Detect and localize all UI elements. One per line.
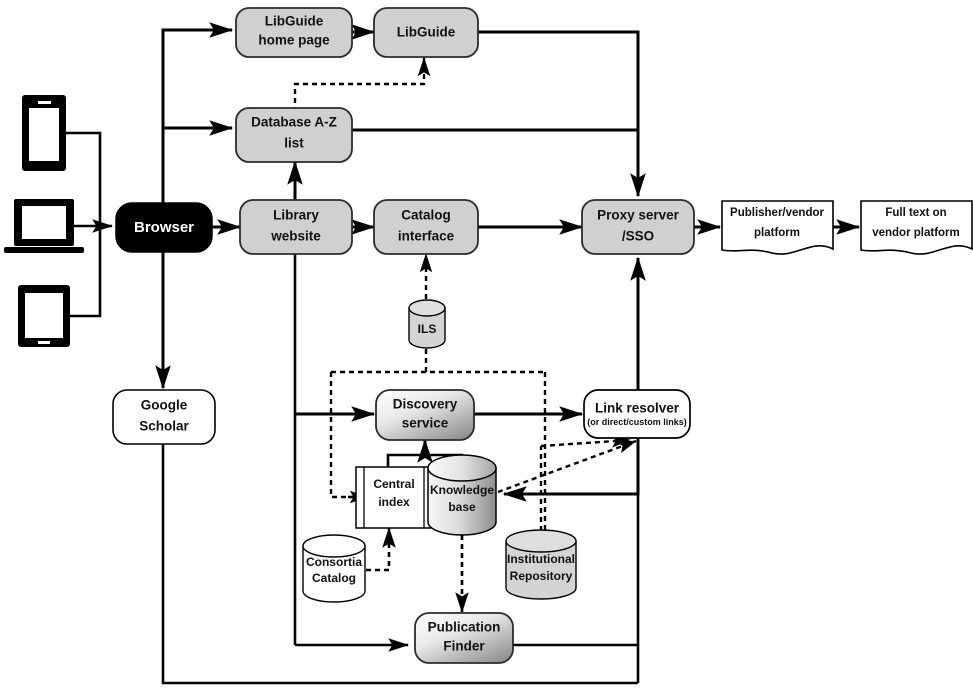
flowchart-svg: Browser LibGuide home page LibGuide Data… (4, 7, 973, 685)
edge-repo-linkresolver-dashed (540, 435, 631, 448)
node-repo-line2: Repository (510, 569, 573, 583)
node-proxy-sso[interactable]: Proxy server /SSO (581, 199, 695, 255)
edge-libguide-proxy (478, 30, 646, 198)
node-publication-finder[interactable]: Publication Finder (414, 612, 514, 664)
node-catalog-interface-line1: Catalog (401, 208, 451, 223)
node-discovery-line2: service (402, 416, 449, 431)
node-proxy-sso-line2: /SSO (622, 229, 654, 244)
edge-browser-libguidehome (161, 22, 234, 203)
node-library-website[interactable]: Library website (239, 199, 353, 255)
node-browser[interactable]: Browser (115, 202, 213, 253)
node-library-website-line1: Library (273, 208, 319, 223)
node-link-resolver-sublabel: (or direct/custom links) (587, 417, 687, 427)
tablet-icon (18, 285, 70, 347)
node-pub-finder-line1: Publication (428, 620, 501, 635)
node-publisher-platform[interactable]: Publisher/vendor platform (721, 200, 834, 255)
smartphone-icon (22, 95, 66, 171)
node-libguide-home-line2: home page (258, 33, 330, 48)
node-discovery-service[interactable]: Discovery service (375, 389, 475, 441)
node-database-az[interactable]: Database A-Z list (235, 107, 353, 163)
node-central-index-line2: index (378, 495, 410, 509)
node-publisher-line2: platform (754, 227, 800, 239)
diagram-canvas: Browser LibGuide home page LibGuide Data… (0, 0, 973, 698)
node-libguide-home[interactable]: LibGuide home page (235, 7, 353, 58)
node-knowledge-base[interactable]: Knowledge base (427, 454, 497, 536)
edge-tablet-browser (70, 226, 102, 318)
node-central-index-line1: Central (373, 477, 414, 491)
node-knowledge-base-line1: Knowledge (430, 483, 494, 497)
node-knowledge-base-line2: base (448, 500, 476, 514)
node-fulltext-platform[interactable]: Full text on vendor platform (860, 200, 973, 255)
node-ils[interactable]: ILS (408, 299, 446, 349)
node-consortia-line1: Consortia (306, 555, 362, 569)
edge-consortia-centralindex-dashed (366, 526, 396, 572)
node-fulltext-line2: vendor platform (872, 227, 960, 239)
edge-kb-linkresolver-dashed (497, 439, 637, 494)
node-proxy-sso-line1: Proxy server (597, 208, 680, 223)
node-library-website-line2: website (270, 229, 321, 244)
node-link-resolver-label: Link resolver (595, 401, 680, 416)
node-database-az-line1: Database A-Z (251, 115, 337, 130)
connectors (66, 22, 861, 685)
laptop-icon (4, 199, 84, 253)
edge-databaseaz-libguide-dashed (293, 57, 431, 112)
node-central-index[interactable]: Central index (355, 466, 433, 529)
node-institutional-repository[interactable]: Institutional Repository (505, 529, 577, 600)
node-libguide-home-line1: LibGuide (265, 14, 324, 29)
node-fulltext-line1: Full text on (885, 207, 946, 219)
node-google-scholar-line1: Google (141, 398, 188, 413)
node-catalog-interface[interactable]: Catalog interface (373, 199, 479, 255)
node-pub-finder-line2: Finder (443, 639, 485, 654)
node-libguide[interactable]: LibGuide (373, 7, 479, 58)
node-libguide-label: LibGuide (397, 25, 456, 40)
node-ils-label: ILS (418, 322, 437, 336)
node-browser-label: Browser (134, 219, 194, 236)
node-consortia-catalog[interactable]: Consortia Catalog (302, 534, 366, 603)
node-publisher-line1: Publisher/vendor (730, 207, 824, 219)
node-repo-line1: Institutional (507, 552, 575, 566)
node-discovery-line1: Discovery (393, 397, 458, 412)
node-link-resolver[interactable]: Link resolver (or direct/custom links) (583, 389, 691, 439)
node-database-az-line2: list (284, 136, 304, 151)
node-google-scholar[interactable]: Google Scholar (112, 389, 216, 445)
node-consortia-line2: Catalog (312, 571, 356, 585)
node-catalog-interface-line2: interface (398, 229, 455, 244)
node-google-scholar-line2: Scholar (139, 419, 189, 434)
